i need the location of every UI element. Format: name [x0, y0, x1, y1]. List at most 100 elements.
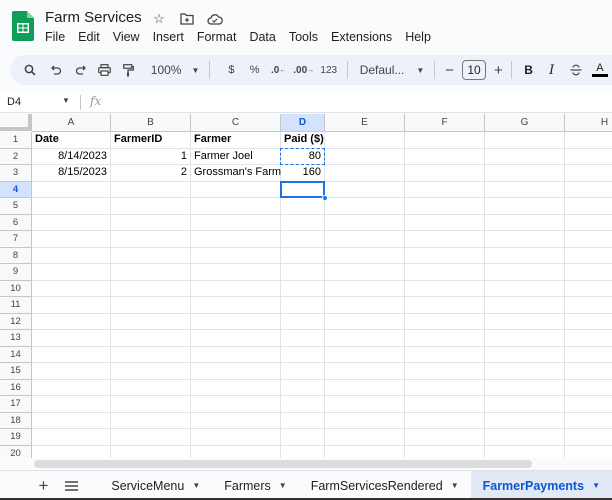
name-box[interactable]: D4 [7, 96, 21, 108]
cell-b11[interactable] [111, 297, 191, 314]
cell-e11[interactable] [325, 297, 405, 314]
column-header-g[interactable]: G [485, 114, 565, 132]
cell-c5[interactable] [191, 198, 281, 215]
cell-f11[interactable] [405, 297, 485, 314]
row-header-13[interactable]: 13 [0, 330, 32, 347]
cell-g8[interactable] [485, 247, 565, 264]
cell-c14[interactable] [191, 346, 281, 363]
cloud-saved-icon[interactable] [206, 10, 224, 28]
cell-d3[interactable]: 160 [281, 165, 325, 182]
increase-font-size-button[interactable]: + [488, 58, 508, 82]
cell-b1[interactable]: FarmerID [111, 132, 191, 149]
cell-f1[interactable] [405, 132, 485, 149]
cell-c9[interactable] [191, 264, 281, 281]
cell-e3[interactable] [325, 165, 405, 182]
cell-b4[interactable] [111, 181, 191, 198]
cell-d19[interactable] [281, 429, 325, 446]
cell-b12[interactable] [111, 313, 191, 330]
row-header-8[interactable]: 8 [0, 247, 32, 264]
menu-format[interactable]: Format [197, 30, 237, 44]
font-size-input[interactable]: 10 [461, 60, 487, 80]
row-header-18[interactable]: 18 [0, 412, 32, 429]
cell-h10[interactable] [565, 281, 612, 297]
cell-g4[interactable] [485, 181, 565, 198]
cell-h1[interactable] [565, 132, 612, 149]
fill-handle[interactable] [321, 194, 328, 201]
menu-tools[interactable]: Tools [289, 30, 318, 44]
undo-icon[interactable] [44, 58, 68, 82]
cell-g12[interactable] [485, 313, 565, 330]
cell-h15[interactable] [565, 363, 612, 380]
cell-g20[interactable] [485, 445, 565, 458]
menu-data[interactable]: Data [249, 30, 275, 44]
row-header-16[interactable]: 16 [0, 379, 32, 396]
cell-e17[interactable] [325, 396, 405, 413]
cell-c16[interactable] [191, 379, 281, 396]
cell-c12[interactable] [191, 313, 281, 330]
row-header-19[interactable]: 19 [0, 429, 32, 446]
sheet-tab-farmerpayments[interactable]: FarmerPayments ▼ [470, 471, 612, 500]
cell-b15[interactable] [111, 363, 191, 380]
cell-b19[interactable] [111, 429, 191, 446]
row-header-20[interactable]: 20 [0, 445, 32, 458]
cell-d10[interactable] [281, 280, 325, 297]
cell-a7[interactable] [32, 231, 111, 248]
cell-d1[interactable]: Paid ($) [281, 132, 325, 149]
redo-icon[interactable] [68, 58, 92, 82]
select-all-corner[interactable] [0, 114, 32, 131]
cell-h11[interactable] [565, 297, 612, 314]
cell-b18[interactable] [111, 412, 191, 429]
cell-h18[interactable] [565, 413, 612, 429]
cell-g17[interactable] [485, 396, 565, 413]
cell-h20[interactable] [565, 446, 612, 459]
cell-f13[interactable] [405, 330, 485, 347]
spreadsheet-grid[interactable]: A B C D E F G H 1 Date FarmerID Farmer Paid ($) 2 8/14… [0, 114, 612, 458]
cell-e18[interactable] [325, 412, 405, 429]
cell-h19[interactable] [565, 429, 612, 446]
cell-f4[interactable] [405, 181, 485, 198]
cell-b8[interactable] [111, 247, 191, 264]
cell-e13[interactable] [325, 330, 405, 347]
menu-extensions[interactable]: Extensions [331, 30, 392, 44]
cell-e20[interactable] [325, 445, 405, 458]
row-header-10[interactable]: 10 [0, 280, 32, 297]
chevron-down-icon[interactable]: ▼ [279, 481, 287, 490]
increase-decimal-button[interactable]: .00 → [291, 58, 317, 82]
cell-c1[interactable]: Farmer [191, 132, 281, 149]
cell-f19[interactable] [405, 429, 485, 446]
cell-f9[interactable] [405, 264, 485, 281]
cell-a2[interactable]: 8/14/2023 [32, 148, 111, 165]
cell-c3[interactable]: Grossman's Farm [191, 165, 281, 182]
cell-h12[interactable] [565, 314, 612, 330]
cell-c4[interactable] [191, 181, 281, 198]
cell-c15[interactable] [191, 363, 281, 380]
column-header-d[interactable]: D [281, 114, 325, 132]
row-header-12[interactable]: 12 [0, 313, 32, 330]
cell-a12[interactable] [32, 313, 111, 330]
cell-e12[interactable] [325, 313, 405, 330]
cell-d8[interactable] [281, 247, 325, 264]
cell-a8[interactable] [32, 247, 111, 264]
cell-f17[interactable] [405, 396, 485, 413]
cell-a20[interactable] [32, 445, 111, 458]
text-color-button[interactable]: A [588, 58, 612, 82]
cell-f15[interactable] [405, 363, 485, 380]
cell-f8[interactable] [405, 247, 485, 264]
cell-d11[interactable] [281, 297, 325, 314]
cell-b5[interactable] [111, 198, 191, 215]
cell-g15[interactable] [485, 363, 565, 380]
cell-d18[interactable] [281, 412, 325, 429]
cell-g18[interactable] [485, 412, 565, 429]
cell-c17[interactable] [191, 396, 281, 413]
row-header-6[interactable]: 6 [0, 214, 32, 231]
cell-a17[interactable] [32, 396, 111, 413]
row-header-7[interactable]: 7 [0, 231, 32, 248]
menu-view[interactable]: View [113, 30, 140, 44]
menu-insert[interactable]: Insert [153, 30, 184, 44]
cell-e15[interactable] [325, 363, 405, 380]
cell-h9[interactable] [565, 264, 612, 281]
horizontal-scrollbar[interactable] [34, 460, 532, 468]
cell-h13[interactable] [565, 330, 612, 347]
cell-e1[interactable] [325, 132, 405, 149]
cell-f6[interactable] [405, 214, 485, 231]
